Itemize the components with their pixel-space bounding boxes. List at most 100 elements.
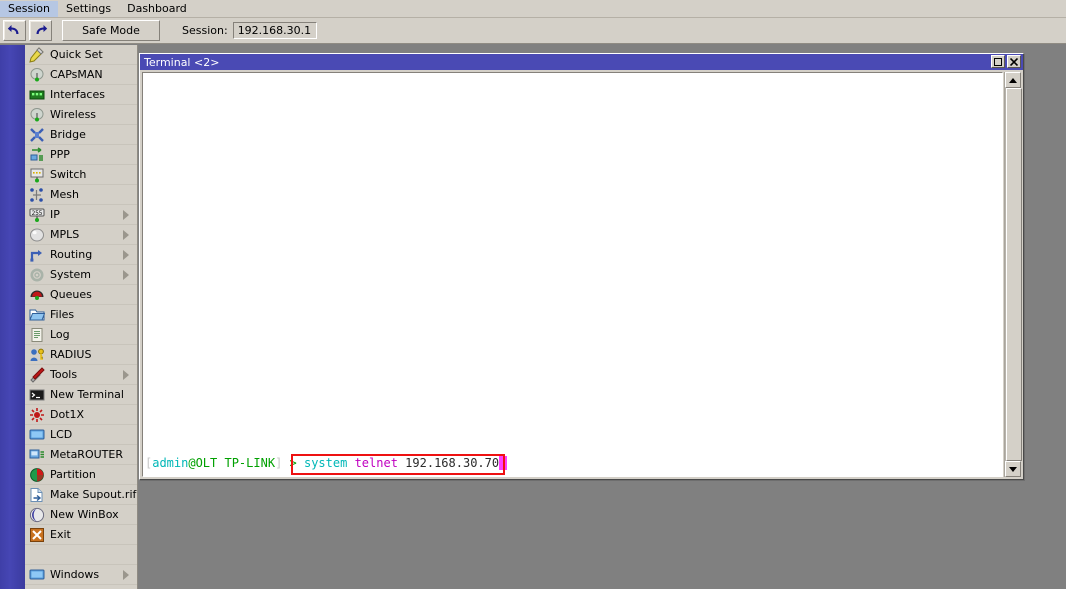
undo-button[interactable]	[3, 20, 26, 41]
sidebar-item-ppp[interactable]: PPP	[25, 145, 137, 165]
prompt-bracket-close: ]	[275, 456, 290, 470]
sidebar-item-label: Wireless	[50, 108, 97, 121]
chevron-right-icon	[123, 210, 129, 220]
sidebar-item-label: Quick Set	[50, 48, 103, 61]
chevron-right-icon	[123, 230, 129, 240]
redo-icon	[33, 21, 48, 40]
sidebar-item-label: Make Supout.rif	[50, 488, 137, 501]
maximize-button[interactable]	[991, 55, 1005, 68]
scrollbar-thumb[interactable]	[1006, 88, 1022, 461]
sidebar-item-label: MPLS	[50, 228, 80, 241]
sidebar-item-windows[interactable]: Windows	[25, 565, 137, 585]
menu-dashboard[interactable]: Dashboard	[119, 1, 195, 17]
sidebar-item-label: RADIUS	[50, 348, 92, 361]
brand-strip: WinBox	[0, 45, 25, 589]
session-indicator: Session: 192.168.30.1	[182, 22, 317, 39]
sidebar-separator	[25, 545, 137, 565]
sidebar-item-ip[interactable]: 255 IP	[25, 205, 137, 225]
maximize-icon	[994, 57, 1002, 66]
svg-text:255: 255	[32, 210, 43, 217]
sidebar-item-label: Queues	[50, 288, 92, 301]
sidebar-item-label: Dot1X	[50, 408, 85, 421]
terminal-screen[interactable]: [admin @OLT TP-LINK] > system telnet 192.…	[142, 72, 1003, 477]
terminal-title-bar[interactable]: Terminal <2>	[140, 54, 1023, 70]
tools-icon	[28, 366, 46, 383]
sidebar-item-label: Routing	[50, 248, 93, 261]
ip-255-icon: 255	[28, 207, 46, 223]
safe-mode-button[interactable]: Safe Mode	[62, 20, 160, 41]
terminal-window-buttons	[991, 55, 1021, 68]
terminal-scrollbar[interactable]	[1004, 72, 1022, 477]
folder-icon	[28, 307, 46, 323]
prompt-hostname: @OLT TP-LINK	[188, 456, 276, 470]
sidebar-item-partition[interactable]: Partition	[25, 465, 137, 485]
terminal-prompt-line: [admin @OLT TP-LINK] > system telnet 192.…	[145, 456, 508, 470]
sidebar-item-label: Interfaces	[50, 88, 105, 101]
sidebar-item-label: Windows	[50, 568, 100, 581]
sidebar-item-bridge[interactable]: Bridge	[25, 125, 137, 145]
sidebar-item-new-terminal[interactable]: New Terminal	[25, 385, 137, 405]
mpls-icon	[28, 227, 46, 243]
sidebar-item-mesh[interactable]: Mesh	[25, 185, 137, 205]
metarouter-icon	[28, 447, 46, 463]
sidebar-item-capsman[interactable]: CAPsMAN	[25, 65, 137, 85]
log-icon	[28, 327, 46, 343]
scroll-up-icon	[1009, 77, 1017, 83]
sidebar-item-label: Exit	[50, 528, 71, 541]
command-word: system	[303, 456, 348, 470]
sidebar-item-metarouter[interactable]: MetaROUTER	[25, 445, 137, 465]
scroll-down-icon	[1009, 466, 1017, 472]
queues-icon	[28, 287, 46, 303]
sidebar-item-switch[interactable]: Switch	[25, 165, 137, 185]
terminal-icon	[28, 387, 46, 403]
sidebar-item-label: IP	[50, 208, 60, 221]
antenna-icon	[28, 67, 46, 83]
close-icon	[1010, 57, 1018, 66]
winbox-icon	[28, 507, 46, 523]
routing-icon	[28, 247, 46, 263]
sidebar-item-radius[interactable]: RADIUS	[25, 345, 137, 365]
antenna-icon	[28, 107, 46, 123]
sidebar-item-label: Mesh	[50, 188, 79, 201]
sidebar-item-make-supout-rif[interactable]: Make Supout.rif	[25, 485, 137, 505]
chevron-right-icon	[123, 570, 129, 580]
chevron-right-icon	[123, 250, 129, 260]
sidebar-item-label: Partition	[50, 468, 96, 481]
command-argument: 192.168.30.70	[405, 456, 500, 470]
sidebar-item-dot1x[interactable]: Dot1X	[25, 405, 137, 425]
scroll-down-button[interactable]	[1005, 461, 1021, 477]
terminal-window: Terminal <2> [admin @OLT TP-LINK] > syste…	[139, 53, 1024, 480]
sidebar-item-quick-set[interactable]: Quick Set	[25, 45, 137, 65]
sidebar-item-label: Switch	[50, 168, 87, 181]
redo-button[interactable]	[29, 20, 52, 41]
sidebar-item-interfaces[interactable]: Interfaces	[25, 85, 137, 105]
sidebar-item-queues[interactable]: Queues	[25, 285, 137, 305]
sidebar-item-log[interactable]: Log	[25, 325, 137, 345]
menu-session[interactable]: Session	[0, 0, 58, 17]
sidebar-item-system[interactable]: System	[25, 265, 137, 285]
interfaces-icon	[28, 87, 46, 103]
session-address[interactable]: 192.168.30.1	[232, 22, 317, 39]
terminal-title-text: Terminal <2>	[144, 55, 220, 69]
close-button[interactable]	[1007, 55, 1021, 68]
wand-icon	[28, 46, 46, 63]
sidebar-item-label: CAPsMAN	[50, 68, 103, 81]
mesh-icon	[28, 187, 46, 203]
system-gear-icon	[28, 267, 46, 283]
sidebar-item-routing[interactable]: Routing	[25, 245, 137, 265]
sidebar-item-label: New Terminal	[50, 388, 124, 401]
menu-settings[interactable]: Settings	[58, 1, 119, 17]
sidebar-item-exit[interactable]: Exit	[25, 525, 137, 545]
sidebar-item-files[interactable]: Files	[25, 305, 137, 325]
partition-icon	[28, 467, 46, 483]
sidebar-item-new-winbox[interactable]: New WinBox	[25, 505, 137, 525]
sidebar-item-mpls[interactable]: MPLS	[25, 225, 137, 245]
sidebar-item-wireless[interactable]: Wireless	[25, 105, 137, 125]
sidebar-item-tools[interactable]: Tools	[25, 365, 137, 385]
scroll-up-button[interactable]	[1005, 72, 1021, 88]
command-subword: telnet	[354, 456, 398, 470]
sidebar-item-lcd[interactable]: LCD	[25, 425, 137, 445]
menu-bar: Session Settings Dashboard	[0, 0, 1066, 18]
terminal-body: [admin @OLT TP-LINK] > system telnet 192.…	[140, 70, 1023, 479]
scrollbar-track[interactable]	[1005, 88, 1022, 461]
